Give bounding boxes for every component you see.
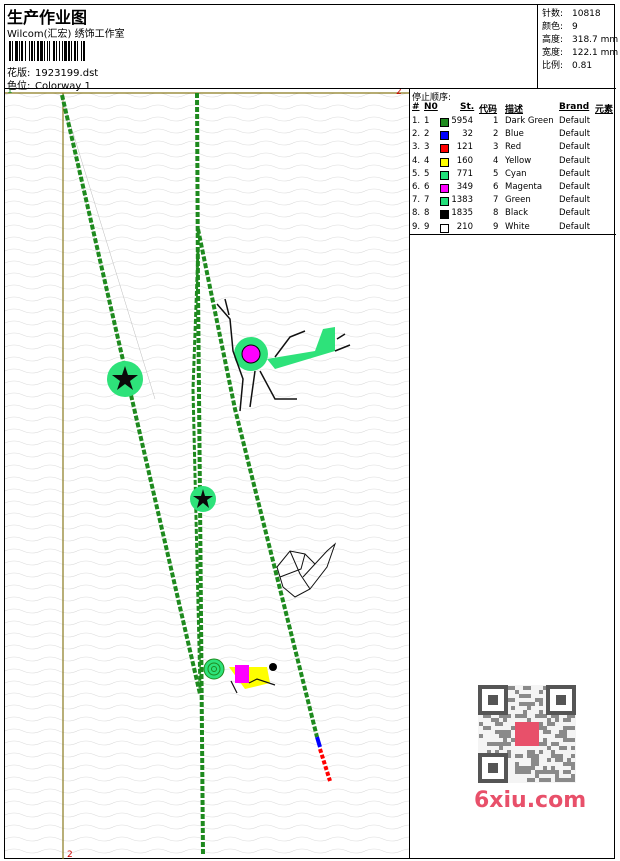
thread-color-swatch — [440, 223, 449, 233]
thread-stitches: 771 — [456, 168, 473, 179]
stat-colors: 颜色: 9 — [542, 22, 578, 32]
thread-stitches: 210 — [456, 221, 473, 232]
thread-hash: 5. — [412, 168, 421, 179]
col-hash: # — [412, 102, 420, 112]
thread-row: 4. 4 160 4 Yellow Default — [410, 156, 616, 169]
thread-color-swatch — [440, 170, 449, 180]
thread-color-swatch — [440, 157, 449, 167]
thread-description: Dark Green — [505, 116, 554, 126]
thread-color-swatch — [440, 118, 449, 127]
col-no: N0 — [424, 102, 438, 112]
thread-code: 2 — [493, 129, 499, 140]
thread-brand: Default — [559, 116, 591, 126]
star-medallion-small — [190, 486, 216, 512]
thread-no: 1 — [424, 116, 430, 126]
thread-stitches: 1835 — [451, 208, 473, 219]
thread-code: 5 — [493, 168, 499, 179]
thread-no: 3 — [424, 142, 430, 153]
thread-table-header: # N0 St. 代码 描述 Brand 元素 — [410, 102, 616, 115]
thread-no: 5 — [424, 168, 430, 179]
thread-hash: 1. — [412, 116, 421, 126]
thread-no: 4 — [424, 155, 430, 166]
thread-code: 8 — [493, 208, 499, 219]
thread-code: 3 — [493, 142, 499, 153]
thread-description: Cyan — [505, 168, 527, 179]
thread-stitches: 32 — [462, 129, 473, 140]
thread-description: Red — [505, 142, 522, 153]
thread-code: 7 — [493, 195, 499, 206]
thread-hash: 4. — [412, 155, 421, 166]
marker-2-top: 2 — [396, 89, 402, 97]
col-element: 元素 — [595, 105, 614, 115]
stat-width: 宽度: 122.1 mm — [542, 48, 619, 58]
stat-height: 高度: 318.7 mm — [542, 35, 619, 45]
table-divider — [410, 234, 616, 235]
thread-description: Black — [505, 208, 528, 219]
thread-brand: Default — [559, 155, 591, 166]
thread-brand: Default — [559, 182, 591, 192]
thread-description: Blue — [505, 129, 524, 140]
thread-row: 2. 2 32 2 Blue Default — [410, 129, 616, 142]
thread-color-swatch — [440, 144, 449, 154]
thread-hash: 2. — [412, 129, 421, 140]
thread-stitches: 1383 — [451, 195, 473, 206]
thread-row: 7. 7 1383 7 Green Default — [410, 195, 616, 208]
thread-code: 9 — [493, 221, 499, 232]
barcode — [9, 41, 85, 61]
col-desc: 描述 — [505, 105, 524, 115]
stat-scale: 比例: 0.81 — [542, 61, 593, 71]
marker-1: 1 — [7, 89, 13, 96]
thread-hash: 8. — [412, 208, 421, 219]
thread-color-swatch — [440, 197, 449, 207]
thread-color-swatch — [440, 210, 449, 220]
star-medallion-large — [107, 361, 143, 397]
thread-stitches: 121 — [456, 142, 473, 153]
thread-row: 1. 1 5954 1 Dark Green Default — [410, 116, 616, 129]
thread-row: 9. 9 210 9 White Default — [410, 222, 616, 235]
col-st: St. — [460, 102, 475, 112]
thread-row: 5. 5 771 5 Cyan Default — [410, 169, 616, 182]
thread-code: 6 — [493, 182, 499, 192]
embroidery-canvas: 1 2 2 — [5, 89, 409, 859]
thread-stitches: 5954 — [451, 116, 473, 126]
thread-hash: 9. — [412, 221, 421, 232]
watermark: 6xiu.com — [470, 680, 587, 820]
thread-color-swatch — [440, 131, 449, 141]
thread-no: 2 — [424, 129, 430, 140]
thread-brand: Default — [559, 221, 591, 232]
thread-description: White — [505, 221, 530, 232]
thread-no: 9 — [424, 221, 430, 232]
thread-description: Green — [505, 195, 531, 206]
thread-brand: Default — [559, 129, 591, 140]
sheet-header: 生产作业图 Wilcom(汇宏) 绣饰工作室 花版: 1923199.dst 色位… — [4, 4, 616, 92]
qr-code — [478, 685, 576, 783]
thread-row: 3. 3 121 3 Red Default — [410, 142, 616, 155]
col-code: 代码 — [479, 105, 498, 115]
thread-code: 4 — [493, 155, 499, 166]
stats-box: 针数: 10818 颜色: 9 高度: 318.7 mm 宽度: 122.1 mm 比例… — [537, 4, 619, 88]
thread-description: Yellow — [505, 155, 532, 166]
thread-no: 7 — [424, 195, 430, 206]
thread-stitches: 160 — [456, 155, 473, 166]
thread-no: 8 — [424, 208, 430, 219]
thread-brand: Default — [559, 142, 591, 153]
thread-code: 1 — [493, 116, 499, 126]
thread-brand: Default — [559, 208, 591, 219]
thread-no: 6 — [424, 182, 430, 192]
thread-color-swatch — [440, 184, 449, 193]
thread-hash: 7. — [412, 195, 421, 206]
thread-hash: 3. — [412, 142, 421, 153]
col-brand: Brand — [559, 102, 590, 112]
company-name: Wilcom(汇宏) 绣饰工作室 — [7, 29, 125, 40]
thread-row: 6. 6 349 6 Magenta Default — [410, 182, 616, 195]
thread-brand: Default — [559, 168, 591, 179]
thread-brand: Default — [559, 195, 591, 206]
watermark-text: 6xiu.com — [474, 788, 587, 813]
stat-stitches: 针数: 10818 — [542, 9, 601, 19]
thread-row: 8. 8 1835 8 Black Default — [410, 208, 616, 221]
thread-stitches: 349 — [456, 182, 473, 192]
marker-2-bottom: 2 — [67, 850, 73, 859]
thread-hash: 6. — [412, 182, 421, 192]
thread-description: Magenta — [505, 182, 543, 192]
